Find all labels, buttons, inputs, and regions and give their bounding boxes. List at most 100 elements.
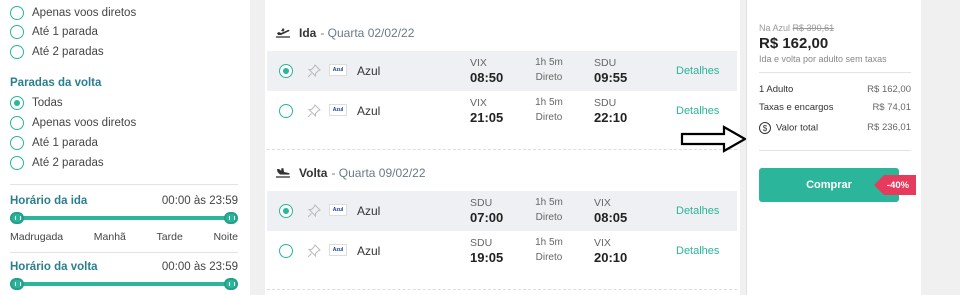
details-link[interactable]: Detalhes [676,65,719,77]
taxes-row: Taxas e encargos R$ 74,01 [759,102,911,113]
ida-option-direct[interactable]: Apenas voos diretos [10,6,136,20]
taxes-value: R$ 74,01 [872,102,911,113]
slider-handle-end[interactable] [224,278,238,290]
airline-name: Azul [357,104,381,118]
departure-time-slider[interactable] [10,212,238,224]
airline-name: Azul [357,204,381,218]
total-value: R$ 236,01 [867,122,911,133]
option-label: Até 1 parada [32,26,98,38]
period-label: Noite [213,231,238,243]
flight-type: Direto [535,72,563,83]
slider-handle-start[interactable] [10,278,24,290]
volta-stops-title: Paradas da volta [10,77,102,89]
details-link[interactable]: Detalhes [676,105,719,117]
ida-option-2-stops[interactable]: Até 2 paradas [10,45,104,59]
flight-type: Direto [535,252,563,263]
origin-airport: VIX [470,97,487,109]
taxes-label: Taxas e encargos [759,102,834,113]
ida-option-1-stop[interactable]: Até 1 parada [10,25,98,39]
flight-radio[interactable] [279,104,293,118]
flight-radio[interactable] [279,244,293,258]
details-link[interactable]: Detalhes [676,205,719,217]
adult-label: 1 Adulto [759,84,794,95]
destination-airport: VIX [594,237,611,249]
departure-time: 21:05 [470,110,504,125]
destination-airport: SDU [594,97,617,109]
arrival-time: 08:05 [594,210,628,225]
flight-option-row[interactable]: Azul Azul SDU 19:05 1h 5m Direto VIX 20:… [267,231,737,271]
airline-price-label: Na Azul R$ 390,61 [759,23,834,33]
divider [759,150,911,151]
leg-title: Volta [299,166,328,180]
departure-time: 08:50 [470,70,504,85]
option-label: Até 2 paradas [32,46,104,58]
option-label: Apenas voos diretos [32,117,137,129]
flight-option-row[interactable]: Azul Azul VIX 08:50 1h 5m Direto SDU 09:… [267,51,737,91]
volta-option-2-stops[interactable]: Até 2 paradas [10,156,104,170]
adult-value: R$ 162,00 [867,84,911,95]
plane-departure-icon [276,28,290,38]
section-separator [267,289,737,290]
flight-type: Direto [535,112,563,123]
period-label: Madrugada [10,231,64,243]
section-separator [267,149,737,150]
arrival-time: 20:10 [594,250,628,265]
radio-button[interactable] [10,156,24,170]
airline-name: Azul [357,244,381,258]
plane-arrival-icon [276,168,290,178]
radio-button[interactable] [10,25,24,39]
leg-date: - Quarta 09/02/22 [331,166,426,180]
old-price: R$ 390,61 [792,23,835,33]
airline-logo: Azul [329,64,347,76]
slider-handle-start[interactable] [10,212,24,224]
period-label: Manhã [93,231,126,243]
total-label: Valor total [776,122,819,134]
volta-option-all[interactable]: Todas [10,96,63,110]
origin-airport: VIX [470,57,487,69]
departure-time: 07:00 [470,210,504,225]
flight-duration: 1h 5m [535,57,563,68]
arrival-time: 09:55 [594,70,628,85]
outbound-header: Ida - Quarta 02/02/22 [275,26,414,40]
return-time-slider[interactable] [10,278,238,290]
slider-track [10,282,238,286]
origin-airport: SDU [470,237,493,249]
radio-button[interactable] [10,136,24,150]
flight-radio[interactable] [279,64,293,78]
radio-button[interactable] [10,6,24,20]
period-labels: Madrugada Manhã Tarde Noite [10,231,238,243]
airline-logo: Azul [329,104,347,116]
pin-icon[interactable] [307,244,321,258]
pin-icon[interactable] [307,104,321,118]
flight-option-row[interactable]: Azul Azul VIX 21:05 1h 5m Direto SDU 22:… [267,91,737,131]
details-link[interactable]: Detalhes [676,245,719,257]
adult-price-row: 1 Adulto R$ 162,00 [759,84,911,95]
slider-track [10,216,238,220]
divider [10,184,238,185]
radio-button[interactable] [10,116,24,130]
filters-sidebar: Apenas voos diretos Até 1 parada Até 2 p… [0,0,250,295]
flight-radio[interactable] [279,204,293,218]
arrival-time: 22:10 [594,110,628,125]
flight-duration: 1h 5m [535,237,563,248]
option-label: Todas [32,97,63,109]
slider-handle-end[interactable] [224,212,238,224]
leg-title: Ida [299,26,317,40]
flight-duration: 1h 5m [535,97,563,108]
flight-duration: 1h 5m [535,197,563,208]
option-label: Até 2 paradas [32,157,104,169]
flights-panel: Ida - Quarta 02/02/22 Azul Azul VIX 08:5… [265,0,740,295]
option-label: Apenas voos diretos [32,7,137,19]
volta-option-direct[interactable]: Apenas voos diretos [10,116,136,130]
pin-icon[interactable] [307,204,321,218]
arrow-right-icon [680,125,748,153]
departure-time: 19:05 [470,250,504,265]
flight-option-row[interactable]: Azul Azul SDU 07:00 1h 5m Direto VIX 08:… [267,191,737,231]
pin-icon[interactable] [307,64,321,78]
airline-logo: Azul [329,204,347,216]
leg-date: - Quarta 02/02/22 [320,26,415,40]
radio-button[interactable] [10,45,24,59]
volta-option-1-stop[interactable]: Até 1 parada [10,136,98,150]
radio-button[interactable] [10,96,24,110]
destination-airport: SDU [594,57,617,69]
